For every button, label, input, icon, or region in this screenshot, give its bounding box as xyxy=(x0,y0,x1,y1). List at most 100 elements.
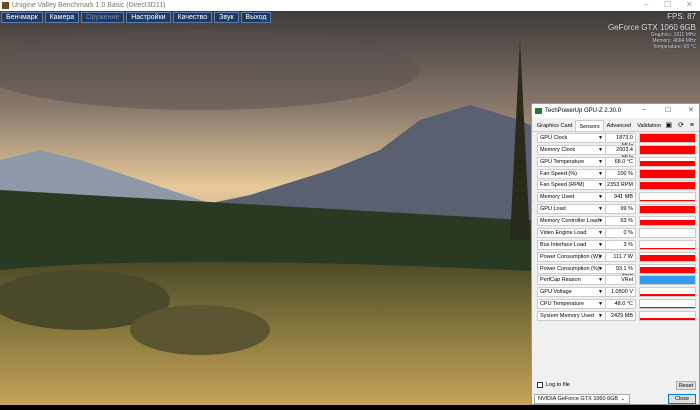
sensor-row: System Memory Used ▼ 2429 MB xyxy=(537,311,697,322)
sensor-graph-fill xyxy=(640,205,695,214)
sensor-name-dropdown[interactable]: Power Consumption (%) ▼ xyxy=(537,263,607,274)
sensor-graph-fill xyxy=(640,146,695,154)
gpuz-tabs: Graphics Card Sensors Advanced Validatio… xyxy=(532,120,699,132)
app-icon xyxy=(2,2,9,9)
sensor-graph xyxy=(639,251,696,262)
sensor-value: 2003.4 MHz xyxy=(605,144,636,161)
gpuz-minimize-button[interactable]: – xyxy=(642,106,646,113)
maximize-button[interactable]: ☐ xyxy=(664,0,671,9)
menu-settings[interactable]: Настройки xyxy=(126,12,171,23)
gpuz-title-bar: TechPowerUp GPU-Z 2.30.0 – ☐ ✕ xyxy=(532,104,699,118)
close-button[interactable]: ✕ xyxy=(686,0,693,9)
sensor-name-dropdown[interactable]: Memory Used ▼ xyxy=(537,192,607,203)
sensor-row: GPU Load ▼ 99 % xyxy=(537,204,697,215)
fps-counter: FPS: 87 xyxy=(667,12,696,21)
sensor-name-dropdown[interactable]: GPU Load ▼ xyxy=(537,204,607,215)
gpuz-close-button[interactable]: ✕ xyxy=(688,106,694,114)
app-title-bar: Unigine Valley Benchmark 1.0 Basic (Dire… xyxy=(0,0,700,11)
app-title: Unigine Valley Benchmark 1.0 Basic (Dire… xyxy=(12,2,166,9)
dropdown-arrow-icon: ▼ xyxy=(598,218,603,225)
tab-sensors[interactable]: Sensors xyxy=(575,120,604,131)
gpuz-window: TechPowerUp GPU-Z 2.30.0 – ☐ ✕ Graphics … xyxy=(531,103,700,405)
log-to-file[interactable]: Log to file xyxy=(537,382,570,388)
close-dialog-button[interactable]: Close xyxy=(668,394,696,404)
sensor-row: PerfCap Reason ▼ VRel xyxy=(537,275,697,286)
dropdown-arrow-icon: ▼ xyxy=(598,301,603,308)
sensor-graph xyxy=(639,311,696,322)
sensor-name: Memory Clock xyxy=(540,146,576,153)
sensor-value: 63 % xyxy=(605,216,636,227)
sensor-name: Video Engine Load xyxy=(540,229,587,236)
sensor-row: Memory Controller Load ▼ 63 % xyxy=(537,216,697,227)
sensor-name-dropdown[interactable]: GPU Voltage ▼ xyxy=(537,287,607,298)
dropdown-arrow-icon: ▼ xyxy=(598,265,603,272)
dropdown-arrow-icon: ▼ xyxy=(598,158,603,165)
menu-sound[interactable]: Звук xyxy=(214,12,239,23)
sensor-name-dropdown[interactable]: System Memory Used ▼ xyxy=(537,311,607,322)
sensor-name: Power Consumption (%) xyxy=(540,265,600,272)
gpuz-app-icon xyxy=(535,108,542,114)
sensor-name-dropdown[interactable]: Bus Interface Load ▼ xyxy=(537,239,607,250)
dropdown-arrow-icon: ▼ xyxy=(598,146,603,153)
menu-quality[interactable]: Качество xyxy=(172,12,213,23)
sensor-name-dropdown[interactable]: PerfCap Reason ▼ xyxy=(537,275,607,286)
sensor-graph-fill xyxy=(640,200,695,202)
sensor-graph xyxy=(639,287,696,298)
stats-overlay: FPS: 87 GeForce GTX 1060 6GB Graphics: 1… xyxy=(608,12,696,50)
menu-benchmark[interactable]: Бенчмарк xyxy=(1,12,43,23)
sensor-name: Fan Speed (RPM) xyxy=(540,182,585,189)
reset-button[interactable]: Reset xyxy=(676,381,696,390)
sensor-name: GPU Clock xyxy=(540,135,568,141)
sensor-graph-fill xyxy=(640,169,695,178)
toolbar-icons[interactable]: ▣ ⟳ ≡ xyxy=(666,121,696,129)
gpuz-title: TechPowerUp GPU-Z 2.30.0 xyxy=(545,108,622,114)
sensor-name: Fan Speed (%) xyxy=(540,170,577,177)
sensor-name: GPU Load xyxy=(540,206,566,213)
sensor-graph-fill xyxy=(640,182,695,190)
dropdown-arrow-icon: ▼ xyxy=(598,313,603,320)
dropdown-arrow-icon: ▼ xyxy=(598,206,603,213)
tab-validation[interactable]: Validation xyxy=(634,120,664,131)
sensor-name: System Memory Used xyxy=(540,313,595,320)
tab-advanced[interactable]: Advanced xyxy=(604,120,634,131)
menu-camera[interactable]: Камера xyxy=(44,12,80,23)
log-checkbox[interactable] xyxy=(537,382,543,388)
sensor-name-dropdown[interactable]: Power Consumption (W) ▼ xyxy=(537,251,607,262)
sensor-name-dropdown[interactable]: CPU Temperature ▼ xyxy=(537,299,607,310)
sensor-graph xyxy=(639,180,696,191)
tab-graphics-card[interactable]: Graphics Card xyxy=(534,120,575,131)
log-label: Log to file xyxy=(546,382,570,388)
sensor-name: Bus Interface Load xyxy=(540,241,587,248)
sensor-name-dropdown[interactable]: Fan Speed (%) ▼ xyxy=(537,168,607,179)
sensor-row: Power Consumption (W) ▼ 111.7 W xyxy=(537,251,697,262)
sensor-name-dropdown[interactable]: GPU Clock ▼ xyxy=(537,133,607,143)
sensor-graph-fill xyxy=(640,293,695,297)
sensor-row: Power Consumption (%)▼93.1 % TDP xyxy=(537,263,697,280)
sensor-graph xyxy=(639,239,696,250)
sensor-row: Fan Speed (%) ▼ 100 % xyxy=(537,168,697,179)
sensor-graph xyxy=(639,299,696,310)
gpuz-maximize-button[interactable]: ☐ xyxy=(665,106,671,114)
sensor-value: 111.7 W xyxy=(605,251,636,262)
sensor-name-dropdown[interactable]: Memory Clock ▼ xyxy=(537,144,607,155)
device-select[interactable]: NVIDIA GeForce GTX 1060 6GB ⌄ xyxy=(534,394,630,404)
minimize-button[interactable]: – xyxy=(644,0,648,9)
sensor-name: Memory Controller Load xyxy=(540,218,599,225)
sensor-value: 0 % xyxy=(605,227,636,238)
sensor-value: 99 % xyxy=(605,204,636,215)
sensor-value: 48.0 °C xyxy=(605,299,636,310)
sensor-value: VRel xyxy=(605,275,636,286)
chevron-down-icon: ⌄ xyxy=(620,396,625,402)
dropdown-arrow-icon: ▼ xyxy=(598,135,603,141)
sensor-value: 1873.0 MHz xyxy=(605,133,636,149)
sensor-name-dropdown[interactable]: Fan Speed (RPM) ▼ xyxy=(537,180,607,191)
sensor-value: 100 % xyxy=(605,168,636,179)
sensor-graph xyxy=(639,275,696,286)
sensor-name-dropdown[interactable]: Video Engine Load ▼ xyxy=(537,227,607,238)
sensor-graph-fill xyxy=(640,134,695,142)
dropdown-arrow-icon: ▼ xyxy=(598,229,603,236)
sensor-name-dropdown[interactable]: GPU Temperature ▼ xyxy=(537,156,607,167)
sensor-name-dropdown[interactable]: Memory Controller Load ▼ xyxy=(537,216,607,227)
sensor-graph-fill xyxy=(640,276,695,285)
menu-exit[interactable]: Выход xyxy=(240,12,272,23)
